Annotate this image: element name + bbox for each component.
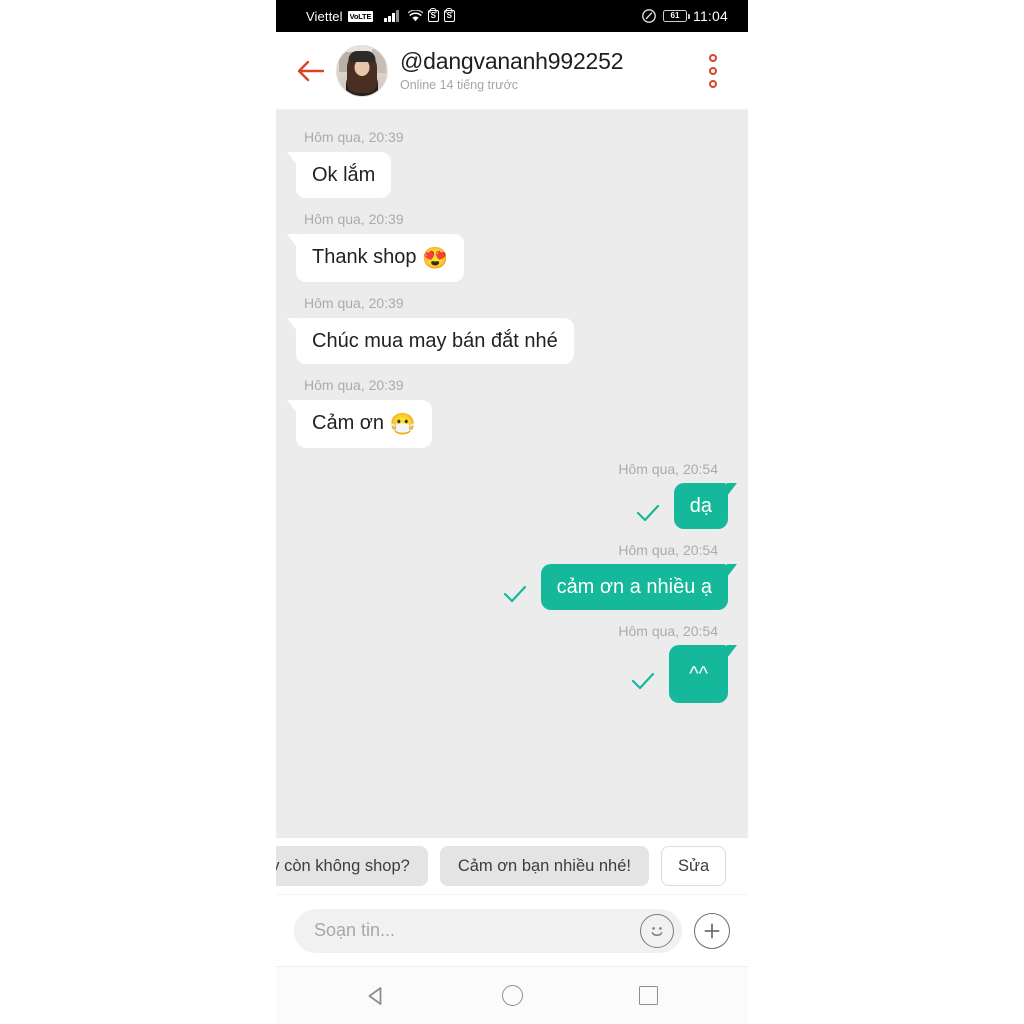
message-emoji: 😷 — [389, 413, 416, 436]
message-timestamp: Hôm qua, 20:54 — [618, 461, 718, 477]
message-text: Ok lắm — [312, 164, 376, 186]
message-timestamp: Hôm qua, 20:54 — [618, 623, 718, 639]
nav-recents-button[interactable] — [628, 976, 668, 1016]
nav-recents-square-icon — [638, 986, 658, 1005]
nav-back-triangle-icon — [368, 986, 382, 1005]
quick-reply-chip-edit[interactable]: Sửa — [661, 846, 727, 886]
message-text: Cảm ơn — [312, 412, 385, 434]
message-emoji: 😍 — [422, 247, 449, 270]
message-text: dạ — [689, 495, 712, 517]
message-row: dạ — [636, 483, 738, 529]
message-bubble-incoming[interactable]: Chúc mua may bán đắt nhé — [287, 318, 574, 364]
nav-home-circle-icon — [501, 985, 523, 1006]
message-text: Thank shop — [312, 246, 417, 268]
message-group: Hôm qua, 20:39 Cảm ơn 😷 — [287, 376, 728, 448]
screenshot-root: Viettel VoLTE S S 61 11:04 @dangvananh99… — [0, 0, 1024, 1024]
delivered-check-icon — [636, 503, 660, 523]
message-timestamp: Hôm qua, 20:39 — [304, 211, 404, 227]
chat-header: @dangvananh992252 Online 14 tiếng trước — [276, 32, 748, 110]
smiley-face-icon — [651, 926, 663, 936]
message-group: Hôm qua, 20:54 dạ — [296, 460, 738, 529]
message-timestamp: Hôm qua, 20:54 — [618, 542, 718, 558]
header-text-block: @dangvananh992252 Online 14 tiếng trước — [400, 48, 696, 94]
message-text: ^^ — [689, 663, 708, 685]
message-list[interactable]: Hôm qua, 20:39 Ok lắm Hôm qua, 20:39 Tha… — [276, 110, 748, 838]
message-row: Ok lắm — [286, 152, 728, 198]
volte-badge: VoLTE — [347, 10, 374, 22]
online-status: Online 14 tiếng trước — [400, 77, 519, 92]
message-group: Hôm qua, 20:54 ^^ — [296, 622, 737, 703]
message-bubble-incoming[interactable]: Ok lắm — [286, 152, 392, 198]
quick-reply-chip-2[interactable]: Cảm ơn bạn nhiều nhé! — [439, 846, 649, 886]
message-bubble-outgoing[interactable]: ^^ — [669, 645, 737, 703]
avatar[interactable] — [336, 44, 388, 97]
shopee-icon: S — [427, 10, 439, 22]
message-row: Chúc mua may bán đắt nhé — [287, 318, 728, 364]
message-input[interactable] — [314, 920, 640, 941]
message-row: ^^ — [631, 645, 737, 703]
message-input-wrapper[interactable] — [294, 908, 682, 953]
phone-screen: Viettel VoLTE S S 61 11:04 @dangvananh99… — [276, 0, 748, 1024]
message-row: Cảm ơn 😷 — [287, 400, 728, 448]
message-timestamp: Hôm qua, 20:39 — [304, 129, 404, 145]
message-group: Hôm qua, 20:54 cảm ơn a nhiều ạ — [296, 541, 738, 610]
message-group: Hôm qua, 20:39 Thank shop 😍 — [286, 210, 728, 282]
message-bubble-incoming[interactable]: Thank shop 😍 — [286, 234, 465, 282]
carrier-label: Viettel — [306, 8, 343, 24]
more-options-button[interactable] — [696, 48, 730, 94]
battery-icon: 61 — [663, 10, 690, 22]
back-button[interactable] — [290, 50, 332, 92]
status-bar: Viettel VoLTE S S 61 11:04 — [276, 0, 748, 32]
message-bubble-incoming[interactable]: Cảm ơn 😷 — [287, 400, 432, 448]
data-saver-icon — [641, 8, 657, 24]
back-arrow-icon — [297, 60, 325, 81]
message-composer — [276, 894, 748, 966]
more-vertical-icon — [709, 53, 717, 62]
status-bar-right: 61 11:04 — [641, 8, 728, 24]
add-attachment-button[interactable] — [694, 912, 730, 949]
android-nav-bar — [276, 966, 748, 1024]
message-row: cảm ơn a nhiều ạ — [503, 564, 738, 610]
clock-label: 11:04 — [693, 8, 728, 24]
message-timestamp: Hôm qua, 20:39 — [304, 377, 404, 393]
status-bar-left: Viettel VoLTE S S — [306, 9, 455, 24]
emoji-button[interactable] — [640, 913, 674, 948]
plus-circle-icon — [704, 923, 720, 938]
message-group: Hôm qua, 20:39 Ok lắm — [286, 128, 728, 198]
signal-strength-icon — [384, 10, 399, 22]
page-title: @dangvananh992252 — [400, 47, 624, 74]
nav-home-button[interactable] — [492, 976, 532, 1016]
quick-reply-chip-1[interactable]: ón này còn không shop? — [276, 846, 428, 886]
delivered-check-icon — [631, 671, 655, 691]
message-bubble-outgoing[interactable]: cảm ơn a nhiều ạ — [540, 564, 738, 610]
quick-reply-bar[interactable]: ón này còn không shop? Cảm ơn bạn nhiều … — [276, 838, 748, 894]
wifi-icon — [407, 10, 423, 22]
message-text: Chúc mua may bán đắt nhé — [312, 330, 558, 352]
nav-back-button[interactable] — [356, 976, 396, 1016]
message-text: cảm ơn a nhiều ạ — [556, 576, 712, 598]
delivered-check-icon — [503, 584, 527, 604]
message-row: Thank shop 😍 — [286, 234, 728, 282]
message-timestamp: Hôm qua, 20:39 — [304, 295, 404, 311]
message-group: Hôm qua, 20:39 Chúc mua may bán đắt nhé — [287, 294, 728, 364]
battery-level: 61 — [670, 11, 680, 20]
message-bubble-outgoing[interactable]: dạ — [673, 483, 738, 529]
shopee-icon-2: S — [443, 10, 455, 22]
